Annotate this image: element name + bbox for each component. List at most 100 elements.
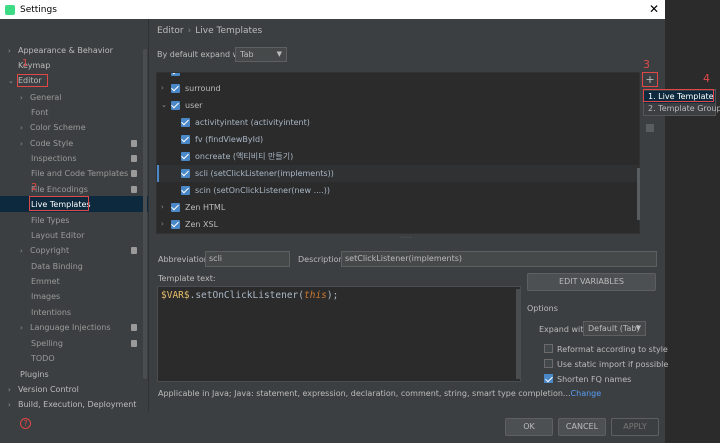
template-checkbox[interactable] xyxy=(181,118,190,127)
project-scope-icon xyxy=(131,140,137,147)
shorten-fq-label: Shorten FQ names xyxy=(557,375,632,384)
template-checkbox[interactable] xyxy=(181,135,190,144)
chevron-right-icon: › xyxy=(161,203,164,211)
abbreviation-input[interactable]: scli xyxy=(205,251,290,267)
copy-icon[interactable] xyxy=(646,124,654,132)
project-scope-icon xyxy=(131,324,137,331)
help-icon[interactable]: ? xyxy=(20,418,31,429)
sidebar-item-file-types[interactable]: File Types xyxy=(31,213,69,228)
sidebar-item-appearance[interactable]: › Appearance & Behavior xyxy=(8,43,113,58)
tree-row-group-user[interactable]: ⌄ user xyxy=(157,97,639,114)
template-code: $VAR$.setOnClickListener(this); xyxy=(161,290,339,301)
description-label: Description: xyxy=(298,255,347,264)
annotation-box-editor xyxy=(17,74,48,87)
expand-with-dropdown[interactable]: Tab ▼ xyxy=(235,47,287,62)
sidebar-item-color-scheme[interactable]: › Color Scheme xyxy=(20,120,86,135)
close-icon[interactable]: ✕ xyxy=(649,2,659,16)
breadcrumb: Editor › Live Templates xyxy=(157,26,262,36)
project-scope-icon xyxy=(131,155,137,162)
project-scope-icon xyxy=(131,186,137,193)
tree-row-template[interactable]: scin (setOnClickListener(new ....)) xyxy=(157,182,639,199)
group-checkbox[interactable] xyxy=(171,73,180,76)
project-scope-icon xyxy=(131,170,137,177)
sidebar-item-file-code-templates[interactable]: File and Code Templates xyxy=(31,166,148,181)
group-checkbox[interactable] xyxy=(171,220,180,229)
chevron-right-icon: › xyxy=(161,84,164,92)
applicable-context: Applicable in Java; Java: statement, exp… xyxy=(158,389,602,398)
options-expand-dropdown[interactable]: Default (Tab) ▼ xyxy=(583,321,646,336)
sidebar-item-copyright[interactable]: › Copyright xyxy=(20,243,148,258)
sidebar-item-todo[interactable]: TODO xyxy=(31,351,55,366)
static-import-label: Use static import if possible xyxy=(557,360,669,369)
abbreviation-label: Abbreviation: xyxy=(158,255,212,264)
cancel-button[interactable]: CANCEL xyxy=(558,418,606,436)
tree-row-template[interactable]: activityintent (activityintent) xyxy=(157,114,639,131)
editor-scrollbar[interactable] xyxy=(516,289,520,379)
tree-row-template[interactable]: fv (findViewById) xyxy=(157,131,639,148)
apply-button[interactable]: APPLY xyxy=(611,418,659,436)
sidebar-item-data-binding[interactable]: Data Binding xyxy=(31,259,83,274)
sidebar-item-intentions[interactable]: Intentions xyxy=(31,305,71,320)
sidebar-item-spelling[interactable]: Spelling xyxy=(31,336,148,351)
sidebar-item-build[interactable]: › Build, Execution, Deployment xyxy=(8,397,136,411)
chevron-right-icon: › xyxy=(20,324,23,332)
sidebar-item-font[interactable]: Font xyxy=(31,105,48,120)
sidebar-item-inspections[interactable]: Inspections xyxy=(31,151,148,166)
change-context-link[interactable]: Change xyxy=(571,389,602,398)
breadcrumb-current: Live Templates xyxy=(195,26,263,36)
expand-with-options-label: Expand with xyxy=(539,325,589,334)
shorten-fq-checkbox[interactable] xyxy=(544,374,553,383)
group-checkbox[interactable] xyxy=(171,84,180,93)
annotation-box-add xyxy=(642,72,658,87)
sidebar-item-version-control[interactable]: › Version Control xyxy=(8,382,79,397)
template-checkbox[interactable] xyxy=(181,152,190,161)
chevron-right-icon: › xyxy=(8,47,11,55)
ok-button[interactable]: OK xyxy=(505,418,553,436)
description-input[interactable]: setClickListener(implements) xyxy=(341,251,657,267)
splitter-handle[interactable]: ⋯⋯ xyxy=(400,234,412,241)
sidebar-item-language-injections[interactable]: › Language Injections xyxy=(20,320,148,335)
android-studio-icon xyxy=(5,4,15,15)
chevron-right-icon: › xyxy=(8,386,11,394)
annotation-number: 4 xyxy=(703,72,710,85)
template-text-editor[interactable]: $VAR$.setOnClickListener(this); xyxy=(157,286,521,382)
template-checkbox[interactable] xyxy=(181,186,190,195)
annotation-number: 3 xyxy=(643,58,650,71)
reformat-label: Reformat according to style xyxy=(557,345,668,354)
annotation-box-live-templates xyxy=(29,196,89,211)
window-title: Settings xyxy=(20,4,57,15)
sidebar-item-layout-editor[interactable]: Layout Editor xyxy=(31,228,84,243)
chevron-right-icon: › xyxy=(20,94,23,102)
tree-row-template[interactable]: oncreate (액티비티 만들기) xyxy=(157,148,639,165)
reformat-checkbox[interactable] xyxy=(544,344,553,353)
sidebar-item-code-style[interactable]: › Code Style xyxy=(20,136,148,151)
chevron-right-icon: › xyxy=(20,247,23,255)
sidebar-item-plugins[interactable]: Plugins xyxy=(20,367,49,382)
menu-item-template-group[interactable]: 2. Template Group... xyxy=(644,103,720,115)
dropdown-arrow-icon: ▼ xyxy=(635,324,641,332)
group-checkbox[interactable] xyxy=(171,101,180,110)
chevron-right-icon: › xyxy=(8,401,11,409)
sidebar-item-file-encodings[interactable]: File Encodings xyxy=(31,182,148,197)
title-bar: Settings ✕ xyxy=(0,0,665,19)
tree-row-group-surround[interactable]: › surround xyxy=(157,80,639,97)
chevron-right-icon: › xyxy=(20,140,23,148)
sidebar-item-emmet[interactable]: Emmet xyxy=(31,274,60,289)
static-import-checkbox[interactable] xyxy=(544,359,553,368)
breadcrumb-parent[interactable]: Editor xyxy=(157,26,184,36)
sidebar-item-images[interactable]: Images xyxy=(31,289,60,304)
options-title: Options xyxy=(527,304,558,313)
chevron-right-icon: › xyxy=(161,220,164,228)
annotation-number: 1 xyxy=(22,58,29,69)
tree-row-group-zen-html[interactable]: › Zen HTML xyxy=(157,199,639,216)
edit-variables-button[interactable]: EDIT VARIABLES xyxy=(527,273,656,291)
tree-row-template-selected[interactable]: scli (setClickListener(implements)) xyxy=(157,165,639,182)
sidebar-item-general[interactable]: › General xyxy=(20,90,62,105)
tree-row-group-zen-xsl[interactable]: › Zen XSL xyxy=(157,216,639,233)
group-checkbox[interactable] xyxy=(171,203,180,212)
breadcrumb-separator: › xyxy=(187,26,192,36)
annotation-box-live-template-item xyxy=(643,89,714,102)
templates-scrollbar[interactable] xyxy=(637,168,640,220)
template-text-label: Template text: xyxy=(158,274,216,283)
template-checkbox[interactable] xyxy=(181,169,190,178)
